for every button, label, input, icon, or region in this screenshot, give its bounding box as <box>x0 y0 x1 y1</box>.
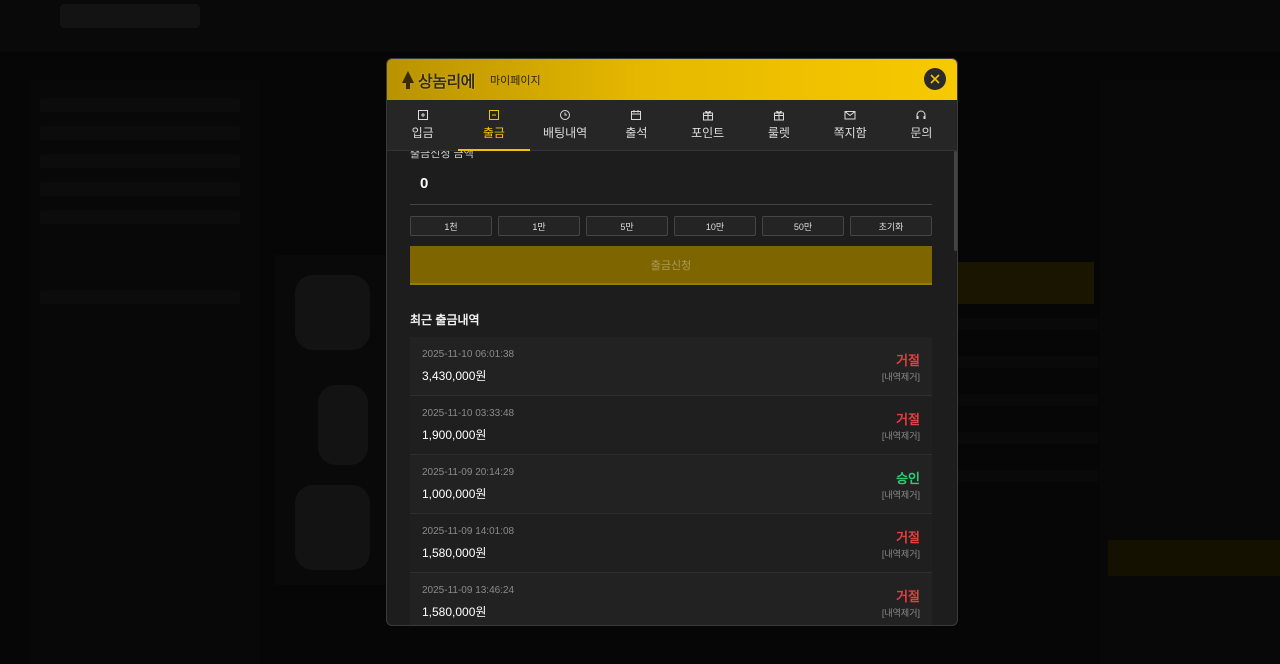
tab-inquiry[interactable]: 문의 <box>886 100 957 150</box>
headset-icon <box>916 110 926 119</box>
quick-amount-100k-button[interactable]: 10만 <box>674 216 756 236</box>
brand-logo: 상놈리에 <box>401 70 475 91</box>
tab-label: 배팅내역 <box>543 126 588 140</box>
tab-label: 출석 <box>625 126 648 140</box>
history-status: 거절 <box>896 589 920 604</box>
history-date: 2025-11-10 03:33:48 <box>422 408 515 419</box>
history-amount: 1,580,000원 <box>422 546 487 560</box>
quick-amount-1k-button[interactable]: 1천 <box>410 216 492 236</box>
history-status: 거절 <box>896 412 920 427</box>
tab-label: 쪽지함 <box>833 126 867 140</box>
brand-name: 상놈리에 <box>418 74 475 91</box>
tab-attendance[interactable]: 출석 <box>601 100 672 150</box>
amount-label: 출금신청 금액 <box>410 151 474 160</box>
tab-deposit[interactable]: 입금 <box>387 100 458 150</box>
quick-amount-50k-button[interactable]: 5만 <box>586 216 668 236</box>
history-row: 2025-11-09 13:46:24 1,580,000원 거절 [내역제거] <box>410 573 932 625</box>
scrollbar[interactable] <box>954 151 957 251</box>
tab-roulette[interactable]: 룰렛 <box>743 100 814 150</box>
mail-icon <box>844 111 856 120</box>
calendar-icon <box>631 110 642 120</box>
deposit-icon <box>417 110 428 120</box>
history-status: 거절 <box>896 530 920 545</box>
history-row: 2025-11-09 14:01:08 1,580,000원 거절 [내역제거] <box>410 514 932 573</box>
tab-label: 출금 <box>482 126 505 140</box>
withdraw-panel: 출금신청 금액 0 1천 1만 5만 10만 50만 초기화 출금신청 최근 출… <box>387 151 957 625</box>
history-date: 2025-11-09 14:01:08 <box>422 526 515 537</box>
history-row: 2025-11-10 06:01:38 3,430,000원 거절 [내역제거] <box>410 337 932 396</box>
withdraw-icon <box>488 110 499 120</box>
tab-withdraw[interactable]: 출금 <box>458 100 530 151</box>
reset-amount-button[interactable]: 초기화 <box>850 216 932 236</box>
quick-amount-buttons: 1천 1만 5만 10만 50만 초기화 <box>410 216 932 236</box>
gift-icon <box>702 110 713 121</box>
tree-icon <box>402 71 414 89</box>
history-status: 거절 <box>896 353 920 368</box>
amount-input[interactable]: 0 <box>410 175 932 205</box>
tab-point[interactable]: 포인트 <box>672 100 743 150</box>
history-row: 2025-11-09 20:14:29 1,000,000원 승인 [내역제거] <box>410 455 932 514</box>
history-amount: 1,000,000원 <box>422 487 487 501</box>
tab-label: 문의 <box>910 126 933 140</box>
delete-history-link[interactable]: [내역제거] <box>882 488 920 501</box>
delete-history-link[interactable]: [내역제거] <box>882 429 920 442</box>
history-status: 승인 <box>896 471 920 486</box>
tab-label: 포인트 <box>691 126 725 140</box>
close-icon <box>930 74 940 84</box>
delete-history-link[interactable]: [내역제거] <box>882 370 920 383</box>
quick-amount-500k-button[interactable]: 50만 <box>762 216 844 236</box>
history-date: 2025-11-09 20:14:29 <box>422 467 515 478</box>
history-icon <box>560 110 571 120</box>
withdraw-submit-button[interactable]: 출금신청 <box>410 246 932 285</box>
history-title: 최근 출금내역 <box>410 313 480 327</box>
close-button[interactable] <box>924 68 946 90</box>
history-date: 2025-11-10 06:01:38 <box>422 349 515 360</box>
delete-history-link[interactable]: [내역제거] <box>882 547 920 560</box>
modal-header: 상놈리에 마이페이지 <box>387 59 957 100</box>
quick-amount-10k-button[interactable]: 1만 <box>498 216 580 236</box>
mypage-tabs: 입금 출금 배팅내역 출석 포인트 룰렛 쪽지함 문의 <box>387 100 957 151</box>
modal-title: 마이페이지 <box>490 75 541 87</box>
tab-label: 룰렛 <box>767 126 790 140</box>
mypage-modal: 상놈리에 마이페이지 입금 출금 배팅내역 출석 포인트 룰렛 쪽지함 문의 출… <box>386 58 958 626</box>
delete-history-link[interactable]: [내역제거] <box>882 606 920 619</box>
history-amount: 3,430,000원 <box>422 369 487 383</box>
tab-label: 입금 <box>411 126 434 140</box>
history-amount: 1,900,000원 <box>422 428 487 442</box>
history-date: 2025-11-09 13:46:24 <box>422 585 515 596</box>
tab-betting-history[interactable]: 배팅내역 <box>530 100 601 150</box>
tab-messages[interactable]: 쪽지함 <box>815 100 886 150</box>
history-amount: 1,580,000원 <box>422 605 487 619</box>
withdraw-history-list: 2025-11-10 06:01:38 3,430,000원 거절 [내역제거]… <box>410 337 932 625</box>
gift-icon <box>773 110 784 121</box>
history-row: 2025-11-10 03:33:48 1,900,000원 거절 [내역제거] <box>410 396 932 455</box>
